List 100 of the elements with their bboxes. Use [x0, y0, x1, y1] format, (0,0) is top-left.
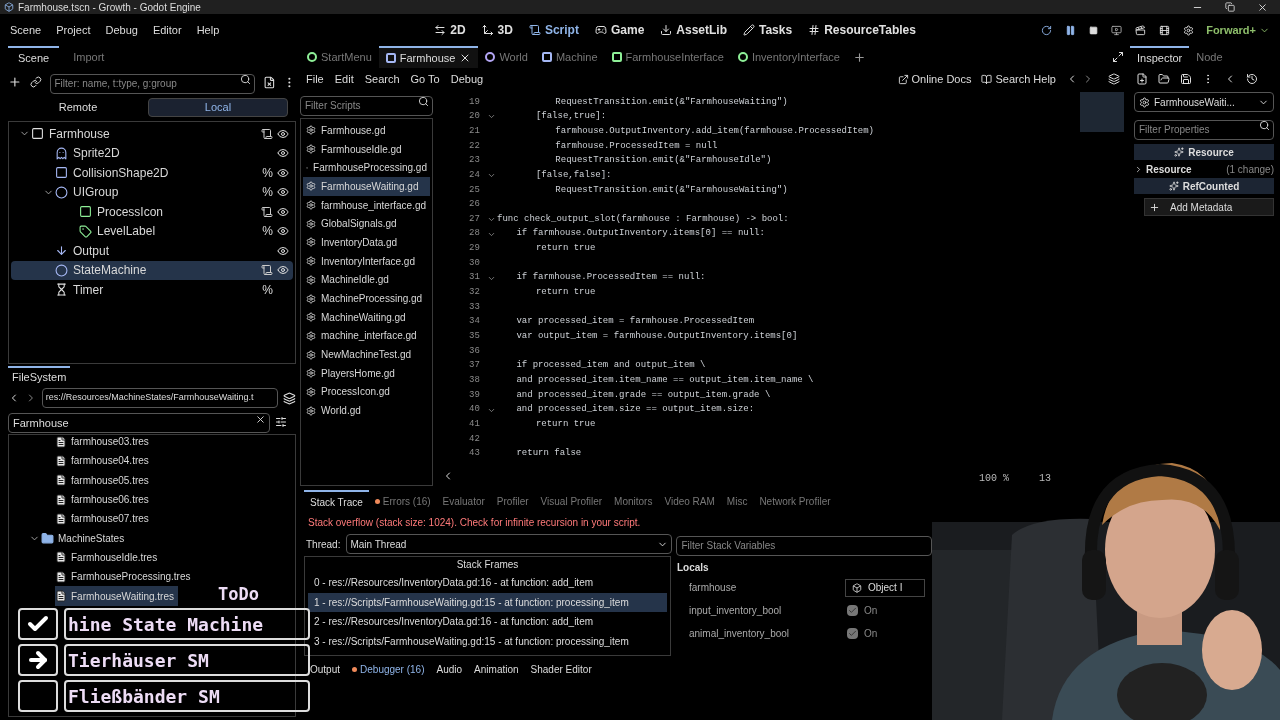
- history-icon[interactable]: [1246, 73, 1258, 85]
- file-entry[interactable]: MachineStates: [29, 528, 129, 548]
- sort-icon[interactable]: [275, 416, 287, 428]
- workspace-tab[interactable]: ResourceTables: [808, 21, 916, 39]
- open-folder-icon[interactable]: [1158, 73, 1170, 85]
- clapperboard-icon[interactable]: [1135, 24, 1147, 36]
- script-item[interactable]: FarmhouseProcessing.gd: [303, 158, 430, 178]
- script-item[interactable]: World.gd: [303, 401, 430, 420]
- debugger-tab[interactable]: Misc: [720, 490, 754, 512]
- menu-item[interactable]: Project: [56, 21, 91, 39]
- debugger-tab[interactable]: Monitors: [608, 490, 659, 512]
- stop-icon[interactable]: [1089, 25, 1099, 35]
- tree-item[interactable]: CollisionShape2D %: [11, 163, 293, 183]
- tree-item[interactable]: LevelLabel %: [11, 221, 293, 241]
- menu-item[interactable]: File: [306, 70, 324, 88]
- menu-item[interactable]: Debug: [450, 70, 484, 88]
- script-item[interactable]: farmhouse_interface.gd: [303, 195, 430, 215]
- search-icon[interactable]: [239, 74, 251, 85]
- file-entry[interactable]: farmhouse03.tres: [55, 435, 153, 452]
- object-button[interactable]: Object I: [845, 578, 925, 597]
- filter-field[interactable]: Filter Scripts: [300, 95, 433, 116]
- workspace-tab[interactable]: 3D: [481, 21, 513, 39]
- file-tab[interactable]: World: [478, 46, 535, 68]
- menu-item[interactable]: Scene: [10, 21, 42, 39]
- renderer-dropdown[interactable]: Forward+: [1206, 21, 1270, 39]
- script-item[interactable]: MachineWaiting.gd: [303, 307, 430, 327]
- dock-tab[interactable]: FileSystem: [8, 366, 71, 386]
- search-field[interactable]: Farmhouse: [8, 413, 270, 433]
- mode-toggle[interactable]: Remote: [8, 97, 148, 117]
- script-item[interactable]: InventoryInterface.gd: [303, 251, 430, 271]
- script-item[interactable]: FarmhouseWaiting.gd: [303, 177, 430, 196]
- stack-frame[interactable]: 1 - res://Scripts/FarmhouseWaiting.gd:15 - at function: processing_item: [308, 592, 667, 612]
- eye-icon[interactable]: [277, 205, 289, 218]
- dock-tab[interactable]: Node: [1189, 46, 1230, 68]
- dock-tab[interactable]: Import: [63, 46, 115, 68]
- debugger-tab[interactable]: Video RAM: [658, 490, 721, 512]
- script-remove-icon[interactable]: [262, 75, 276, 89]
- file-tab[interactable]: FarmhouseInterface: [604, 46, 731, 68]
- eye-icon[interactable]: [277, 186, 289, 199]
- file-entry[interactable]: FarmhouseIdle.tres: [55, 547, 162, 568]
- menu-item[interactable]: Search: [364, 70, 400, 88]
- workspace-tab[interactable]: Tasks: [743, 21, 793, 39]
- script-item[interactable]: InventoryData.gd: [303, 233, 430, 252]
- checkbox[interactable]: On: [845, 603, 878, 618]
- add-metadata-button[interactable]: Add Metadata: [1144, 198, 1274, 216]
- script-item[interactable]: Farmhouse.gd: [303, 121, 430, 140]
- debugger-tab[interactable]: Profiler: [490, 490, 535, 512]
- bottom-tab[interactable]: Debugger (16): [346, 659, 431, 679]
- tree-item[interactable]: UIGroup %: [11, 182, 293, 202]
- film-icon[interactable]: [1159, 24, 1171, 36]
- tree-item[interactable]: Sprite2D: [11, 143, 293, 163]
- filter-field[interactable]: Filter: name, t:type, g:group: [49, 73, 255, 94]
- file-tab[interactable]: InventoryInterface: [730, 46, 847, 68]
- panels-icon[interactable]: [1108, 73, 1120, 85]
- debugger-tab[interactable]: Errors (16): [368, 490, 437, 512]
- link-icon[interactable]: [29, 76, 42, 88]
- resource-selector[interactable]: FarmhouseWaiti...: [1134, 92, 1274, 112]
- bottom-tab[interactable]: Animation: [468, 659, 525, 679]
- file-entry[interactable]: farmhouse07.tres: [55, 509, 153, 529]
- file-entry[interactable]: farmhouse04.tres: [55, 451, 153, 471]
- mode-toggle[interactable]: Local: [148, 97, 288, 117]
- file-entry[interactable]: FarmhouseWaiting.tres: [55, 586, 178, 606]
- tree-item[interactable]: ProcessIcon: [11, 202, 293, 222]
- help-link[interactable]: Online Docs: [897, 70, 972, 88]
- dock-tab[interactable]: Inspector: [1130, 46, 1190, 68]
- add-icon[interactable]: [8, 75, 22, 89]
- filter-field[interactable]: Filter Stack Variables: [676, 535, 933, 556]
- tree-item[interactable]: Timer %: [11, 280, 293, 300]
- workspace-tab[interactable]: Game: [594, 21, 645, 39]
- bottom-tab[interactable]: Shader Editor: [524, 659, 598, 679]
- script-icon[interactable]: [261, 127, 273, 140]
- bottom-tab[interactable]: Audio: [430, 659, 469, 679]
- filter-field[interactable]: Filter Properties: [1134, 119, 1274, 140]
- path-field[interactable]: res://Resources/MachineStates/FarmhouseWaiting.t: [41, 388, 279, 408]
- file-tab[interactable]: StartMenu: [300, 46, 379, 68]
- maximize-icon[interactable]: [1225, 2, 1235, 12]
- eye-icon[interactable]: [277, 225, 289, 238]
- script-item[interactable]: GlobalSignals.gd: [303, 214, 430, 234]
- debugger-tab[interactable]: Stack Trace: [304, 490, 369, 512]
- menu-item[interactable]: Edit: [334, 70, 354, 88]
- workspace-tab[interactable]: 2D: [434, 21, 466, 39]
- clear-icon[interactable]: [255, 414, 266, 425]
- close-icon[interactable]: [1257, 1, 1268, 13]
- script-icon[interactable]: [261, 205, 273, 218]
- script-item[interactable]: ProcessIcon.gd: [303, 382, 430, 402]
- script-item[interactable]: PlayersHome.gd: [303, 363, 430, 383]
- thread-dropdown[interactable]: Main Thread: [346, 534, 673, 554]
- eye-icon[interactable]: [277, 264, 289, 277]
- tree-item[interactable]: StateMachine: [11, 260, 293, 280]
- new-file-icon[interactable]: [1136, 73, 1148, 85]
- stack-frame[interactable]: 3 - res://Scripts/FarmhouseWaiting.gd:15 - at function: processing_item: [308, 631, 667, 651]
- tree-item[interactable]: Output: [11, 241, 293, 261]
- eye-icon[interactable]: [277, 127, 289, 140]
- file-entry[interactable]: farmhouse06.tres: [55, 489, 153, 510]
- stack-frame[interactable]: 0 - res://Resources/InventoryData.gd:16 - at function: add_item: [308, 573, 667, 593]
- menu-item[interactable]: Go To: [410, 70, 440, 88]
- script-item[interactable]: NewMachineTest.gd: [303, 345, 430, 364]
- new-tab-icon[interactable]: [853, 50, 866, 64]
- menu-item[interactable]: Debug: [105, 21, 138, 39]
- settings-icon[interactable]: [1183, 24, 1195, 36]
